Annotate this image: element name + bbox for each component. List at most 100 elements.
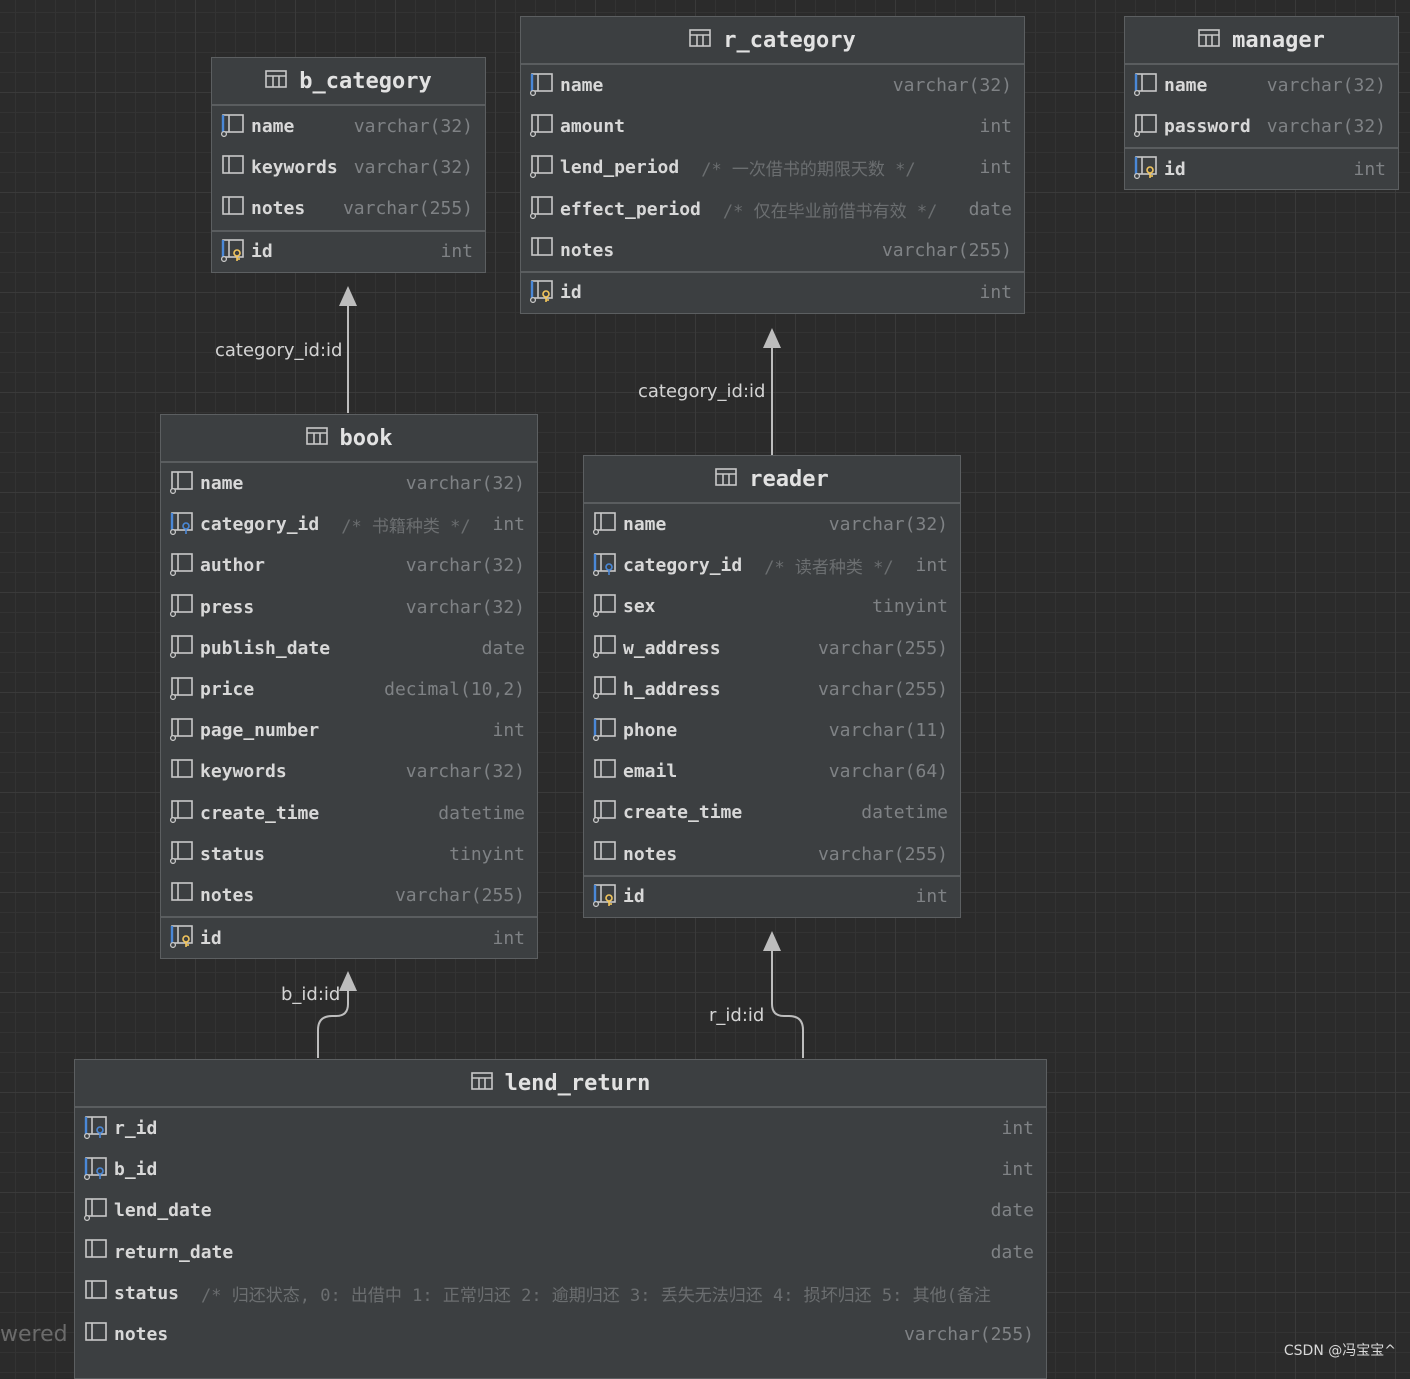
column-row[interactable]: create_time datetime — [161, 793, 537, 834]
column-row[interactable]: w_address varchar(255) — [584, 628, 960, 669]
table-r_category[interactable]: r_category name varchar(32) amount int lend_p… — [520, 16, 1025, 314]
column-row[interactable]: amount int — [521, 106, 1024, 147]
column-type: tinyint — [872, 596, 948, 618]
column-icon — [169, 840, 200, 868]
primary-key-row[interactable]: id int — [521, 270, 1024, 313]
column-type: varchar(32) — [353, 116, 473, 138]
column-name: id — [200, 927, 222, 949]
column-row[interactable]: price decimal(10,2) — [161, 669, 537, 710]
column-row[interactable]: name varchar(32) — [212, 106, 485, 147]
table-lend_return[interactable]: lend_return r_id int b_id int lend_date date re… — [74, 1059, 1047, 1379]
column-name: phone — [623, 720, 678, 742]
column-type: varchar(32) — [1266, 75, 1386, 97]
column-type: int — [492, 720, 525, 742]
column-row[interactable]: notes varchar(255) — [584, 834, 960, 875]
relation-arrow-b_category — [339, 286, 357, 306]
column-type: int — [1353, 158, 1386, 180]
column-row[interactable]: author varchar(32) — [161, 545, 537, 586]
relation-label: b_id:id — [281, 984, 341, 1005]
column-row[interactable]: name varchar(32) — [521, 65, 1024, 106]
column-row[interactable]: publish_date date — [161, 628, 537, 669]
column-icon — [592, 758, 623, 786]
column-name: notes — [200, 884, 255, 906]
column-row[interactable]: password varchar(32) — [1125, 106, 1398, 147]
table-name: lend_return — [504, 1070, 651, 1096]
table-reader[interactable]: reader name varchar(32) category_id /* 读者种类 … — [583, 455, 961, 918]
column-row[interactable]: effect_period /* 仅在毕业前借书有效 */ date — [521, 189, 1024, 230]
column-row[interactable]: status /* 归还状态, 0: 出借中 1: 正常归还 2: 逾期归还 3:… — [75, 1273, 1046, 1314]
table-name: book — [339, 425, 393, 451]
column-row[interactable]: press varchar(32) — [161, 587, 537, 628]
column-name: h_address — [623, 678, 721, 700]
primary-key-row[interactable]: id int — [212, 229, 485, 272]
table-header[interactable]: lend_return — [75, 1060, 1046, 1108]
column-type: date — [990, 1241, 1034, 1263]
column-name: keywords — [251, 157, 338, 179]
column-row[interactable]: notes varchar(255) — [212, 188, 485, 229]
column-icon — [220, 154, 251, 182]
primary-key-icon — [592, 883, 623, 911]
primary-key-row[interactable]: id int — [161, 916, 537, 958]
table-header[interactable]: r_category — [521, 17, 1024, 65]
table-header[interactable]: book — [161, 415, 537, 463]
table-header[interactable]: reader — [584, 456, 960, 504]
table-header[interactable]: b_category — [212, 58, 485, 106]
column-type: varchar(32) — [405, 761, 525, 783]
column-icon — [169, 881, 200, 909]
column-type: varchar(32) — [405, 473, 525, 495]
table-name: reader — [749, 466, 829, 492]
table-manager[interactable]: manager name varchar(32) password varchar(32… — [1124, 16, 1399, 191]
column-name: author — [200, 555, 266, 577]
column-row[interactable]: email varchar(64) — [584, 751, 960, 792]
column-name: create_time — [200, 802, 320, 824]
column-icon — [169, 634, 200, 662]
column-row[interactable]: return_date date — [75, 1232, 1046, 1273]
primary-key-row[interactable]: id int — [1125, 147, 1398, 189]
column-row[interactable]: name varchar(32) — [584, 504, 960, 545]
column-row[interactable]: sex tinyint — [584, 586, 960, 627]
foreign-key-icon — [83, 1156, 114, 1184]
column-type: tinyint — [449, 843, 525, 865]
column-icon — [529, 195, 560, 223]
indexed-column-icon — [1133, 72, 1164, 100]
column-row[interactable]: name varchar(32) — [161, 463, 537, 504]
table-name: manager — [1232, 27, 1325, 53]
column-name: password — [1164, 116, 1251, 138]
table-header[interactable]: manager — [1125, 17, 1398, 65]
column-type: datetime — [438, 802, 525, 824]
column-name: sex — [623, 596, 656, 618]
column-row[interactable]: name varchar(32) — [1125, 65, 1398, 106]
column-row[interactable]: category_id /* 读者种类 */ int — [584, 545, 960, 586]
column-type: int — [915, 555, 948, 577]
column-icon — [220, 195, 251, 223]
column-icon — [169, 552, 200, 580]
table-icon — [689, 29, 712, 51]
column-type: date — [968, 198, 1012, 220]
column-row[interactable]: page_number int — [161, 710, 537, 751]
column-name: name — [623, 514, 667, 536]
column-row[interactable]: r_id int — [75, 1108, 1046, 1149]
column-row[interactable]: keywords varchar(32) — [161, 751, 537, 792]
column-row[interactable]: b_id int — [75, 1149, 1046, 1190]
column-row[interactable]: notes varchar(255) — [161, 875, 537, 916]
column-row[interactable]: category_id /* 书籍种类 */ int — [161, 504, 537, 545]
relation-arrow-book — [339, 971, 357, 991]
column-row[interactable]: create_time datetime — [584, 792, 960, 833]
column-row[interactable]: h_address varchar(255) — [584, 669, 960, 710]
column-row[interactable]: lend_period /* 一次借书的期限天数 */ int — [521, 147, 1024, 188]
table-book[interactable]: book name varchar(32) category_id /* 书籍种类 */… — [160, 414, 538, 960]
column-name: id — [560, 282, 582, 304]
column-name: price — [200, 679, 255, 701]
column-name: keywords — [200, 761, 287, 783]
column-type: varchar(255) — [817, 678, 948, 700]
column-row[interactable]: phone varchar(11) — [584, 710, 960, 751]
primary-key-row[interactable]: id int — [584, 874, 960, 917]
table-b_category[interactable]: b_category name varchar(32) keywords varchar… — [211, 57, 486, 273]
column-row[interactable]: status tinyint — [161, 834, 537, 875]
column-row[interactable]: lend_date date — [75, 1190, 1046, 1231]
column-row[interactable]: notes varchar(255) — [521, 230, 1024, 271]
column-row[interactable]: keywords varchar(32) — [212, 147, 485, 188]
column-row[interactable]: notes varchar(255) — [75, 1314, 1046, 1355]
background-text: wered — [0, 1322, 68, 1347]
column-type: varchar(255) — [817, 843, 948, 865]
